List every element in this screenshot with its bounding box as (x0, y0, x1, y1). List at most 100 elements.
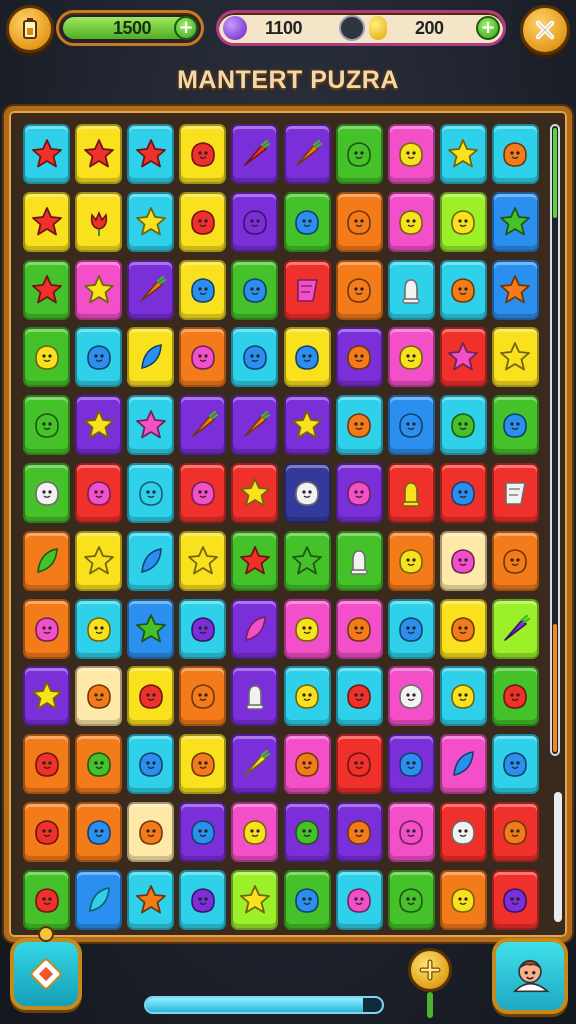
game-tile[interactable] (23, 598, 70, 659)
game-tile[interactable] (179, 530, 227, 591)
game-tile[interactable] (335, 463, 383, 523)
game-tile[interactable] (179, 869, 227, 930)
game-tile[interactable] (439, 327, 487, 388)
game-tile[interactable] (387, 734, 435, 795)
game-tile[interactable] (491, 666, 539, 727)
game-tile[interactable] (283, 191, 331, 252)
game-tile[interactable] (23, 734, 70, 795)
game-tile[interactable] (335, 666, 383, 727)
game-tile[interactable] (23, 259, 70, 320)
game-tile[interactable] (75, 802, 123, 862)
game-tile[interactable] (491, 124, 539, 184)
game-tile[interactable] (283, 327, 331, 388)
game-tile[interactable] (283, 395, 331, 456)
game-tile[interactable] (335, 802, 383, 862)
game-tile[interactable] (179, 463, 227, 523)
vertical-scrollbar[interactable] (550, 124, 560, 756)
game-tile[interactable] (231, 734, 279, 795)
game-tile[interactable] (179, 802, 227, 862)
game-tile[interactable] (75, 259, 123, 320)
game-tile[interactable] (387, 530, 435, 591)
game-tile[interactable] (439, 734, 487, 795)
game-tile[interactable] (127, 869, 175, 930)
game-tile[interactable] (491, 327, 539, 388)
game-tile[interactable] (387, 598, 435, 659)
game-tile[interactable] (127, 395, 175, 456)
game-tile[interactable] (387, 666, 435, 727)
game-tile[interactable] (491, 734, 539, 795)
game-tile[interactable] (387, 327, 435, 388)
game-tile[interactable] (179, 259, 227, 320)
game-tile[interactable] (491, 869, 539, 930)
game-tile[interactable] (387, 802, 435, 862)
right-action-button[interactable] (492, 938, 568, 1014)
game-tile[interactable] (231, 463, 279, 523)
game-tile[interactable] (23, 463, 70, 523)
game-tile[interactable] (491, 598, 539, 659)
game-tile[interactable] (127, 530, 175, 591)
game-tile[interactable] (23, 869, 70, 930)
scroll-thumb-lower[interactable] (553, 624, 557, 752)
game-tile[interactable] (231, 327, 279, 388)
game-tile[interactable] (491, 395, 539, 456)
game-tile[interactable] (491, 530, 539, 591)
game-tile[interactable] (335, 734, 383, 795)
game-tile[interactable] (127, 666, 175, 727)
left-action-button[interactable] (10, 938, 82, 1010)
game-tile[interactable] (439, 802, 487, 862)
game-tile[interactable] (439, 869, 487, 930)
game-tile[interactable] (127, 463, 175, 523)
game-tile[interactable] (335, 395, 383, 456)
game-tile[interactable] (283, 124, 331, 184)
game-tile[interactable] (127, 124, 175, 184)
game-tile[interactable] (231, 191, 279, 252)
game-tile[interactable] (387, 124, 435, 184)
game-tile[interactable] (127, 259, 175, 320)
game-tile[interactable] (439, 666, 487, 727)
game-tile[interactable] (179, 734, 227, 795)
game-tile[interactable] (283, 666, 331, 727)
game-tile[interactable] (231, 802, 279, 862)
game-tile[interactable] (179, 395, 227, 456)
game-tile[interactable] (387, 463, 435, 523)
game-tile[interactable] (23, 666, 70, 727)
game-tile[interactable] (335, 869, 383, 930)
game-tile[interactable] (491, 191, 539, 252)
game-tile[interactable] (231, 666, 279, 727)
game-tile[interactable] (387, 869, 435, 930)
game-tile[interactable] (335, 327, 383, 388)
game-tile[interactable] (75, 463, 123, 523)
game-tile[interactable] (23, 191, 70, 252)
game-tile[interactable] (439, 191, 487, 252)
game-tile[interactable] (231, 124, 279, 184)
game-tile[interactable] (283, 259, 331, 320)
game-tile[interactable] (75, 734, 123, 795)
game-tile[interactable] (23, 395, 70, 456)
game-tile[interactable] (387, 395, 435, 456)
game-tile[interactable] (283, 598, 331, 659)
game-tile[interactable] (491, 802, 539, 862)
game-tile[interactable] (231, 530, 279, 591)
game-tile[interactable] (491, 259, 539, 320)
game-tile[interactable] (179, 191, 227, 252)
game-tile[interactable] (283, 734, 331, 795)
game-tile[interactable] (231, 869, 279, 930)
game-tile[interactable] (231, 259, 279, 320)
game-tile[interactable] (283, 869, 331, 930)
game-tile[interactable] (75, 327, 123, 388)
close-icon[interactable] (520, 5, 570, 55)
game-tile[interactable] (75, 395, 123, 456)
battery-icon[interactable] (6, 5, 54, 53)
game-tile[interactable] (335, 598, 383, 659)
game-tile[interactable] (23, 327, 70, 388)
game-tile[interactable] (387, 191, 435, 252)
game-tile[interactable] (439, 530, 487, 591)
game-tile[interactable] (283, 530, 331, 591)
game-tile[interactable] (439, 598, 487, 659)
game-tile[interactable] (231, 395, 279, 456)
add-coin-button[interactable]: + (476, 16, 500, 40)
game-tile[interactable] (439, 124, 487, 184)
game-tile[interactable] (75, 869, 123, 930)
game-tile[interactable] (387, 259, 435, 320)
game-tile[interactable] (335, 191, 383, 252)
